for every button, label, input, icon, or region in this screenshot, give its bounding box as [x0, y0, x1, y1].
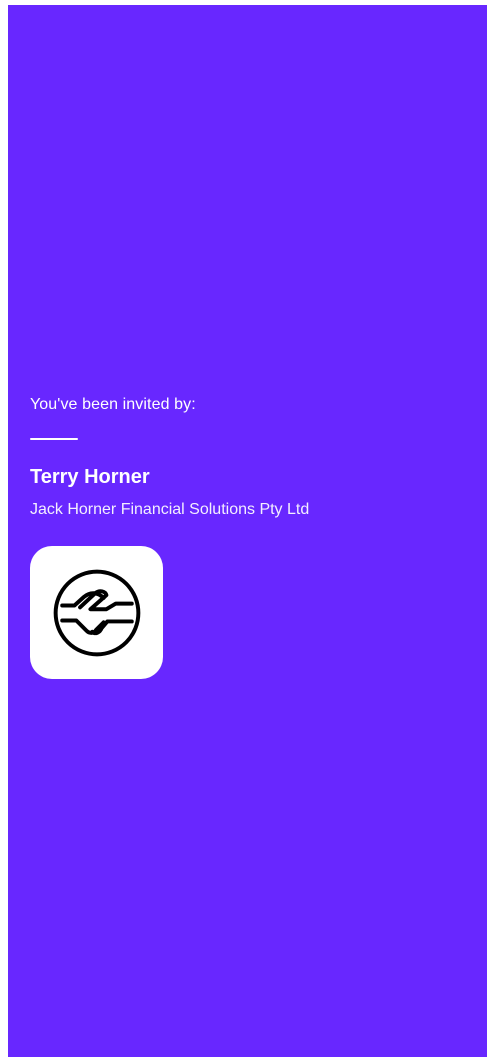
company-name: Jack Horner Financial Solutions Pty Ltd	[30, 501, 310, 518]
divider	[30, 438, 78, 440]
handshake-icon	[53, 569, 140, 656]
company-logo	[30, 546, 163, 679]
inviter-name: Terry Horner	[30, 466, 150, 488]
invitation-screen: You've been invited by: Terry Horner Jac…	[8, 5, 487, 1057]
invited-by-label: You've been invited by:	[30, 396, 196, 413]
